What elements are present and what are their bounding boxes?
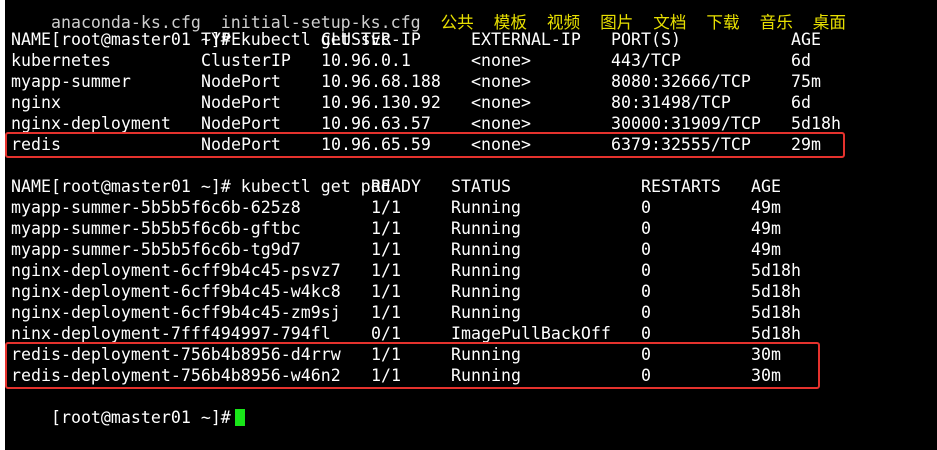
- svc-type: NodePort: [201, 114, 281, 133]
- svc-header-external-ip: EXTERNAL-IP: [471, 30, 581, 49]
- svc-external-ip: <none>: [471, 51, 531, 70]
- pod-name: myapp-summer-5b5b5f6c6b-tg9d7: [11, 240, 301, 259]
- pod-table-row: myapp-summer-5b5b5f6c6b-tg9d7 1/1 Runnin…: [11, 239, 781, 260]
- svc-header-age: AGE: [791, 30, 821, 49]
- pod-ready: 1/1: [371, 198, 401, 217]
- svc-table-row: kubernetes ClusterIP 10.96.0.1 <none> 44…: [11, 50, 811, 71]
- annotation-box-redis-svc: [5, 132, 845, 158]
- pod-restarts: 0: [641, 282, 651, 301]
- svc-age: 75m: [791, 72, 821, 91]
- pod-table-row: ninx-deployment-7fff494997-794fl 0/1 Ima…: [11, 323, 801, 344]
- svc-header-ports: PORT(S): [611, 30, 681, 49]
- pod-restarts: 0: [641, 303, 651, 322]
- pod-status: Running: [451, 282, 521, 301]
- prompt-line-svc: [root@master01 ~]# kubectl get svc: [11, 8, 391, 49]
- pod-table-row: myapp-summer-5b5b5f6c6b-625z8 1/1 Runnin…: [11, 197, 781, 218]
- svc-name: kubernetes: [11, 51, 111, 70]
- pod-ready: 1/1: [371, 261, 401, 280]
- pod-restarts: 0: [641, 219, 651, 238]
- svc-header-row: NAME TYPE CLUSTER-IP EXTERNAL-IP PORT(S)…: [11, 29, 821, 50]
- svc-name: myapp-summer: [11, 72, 131, 91]
- pod-header-age: AGE: [751, 177, 781, 196]
- pod-header-name: NAME: [11, 177, 51, 196]
- svc-table-row: nginx NodePort 10.96.130.92 <none> 80:31…: [11, 92, 811, 113]
- prompt-line-pod: [root@master01 ~]# kubectl get pod: [11, 155, 391, 196]
- pod-table-row: nginx-deployment-6cff9b4c45-zm9sj 1/1 Ru…: [11, 302, 801, 323]
- pod-age: 5d18h: [751, 303, 801, 322]
- pod-name: nginx-deployment-6cff9b4c45-psvz7: [11, 261, 341, 280]
- pod-restarts: 0: [641, 240, 651, 259]
- svc-ports: 443/TCP: [611, 51, 681, 70]
- pod-name: nginx-deployment-6cff9b4c45-zm9sj: [11, 303, 341, 322]
- svc-type: NodePort: [201, 93, 281, 112]
- pod-age: 5d18h: [751, 282, 801, 301]
- pod-age: 5d18h: [751, 324, 801, 343]
- prompt-line-final[interactable]: [root@master01 ~]#: [11, 386, 245, 427]
- pod-name: nginx-deployment-6cff9b4c45-w4kc8: [11, 282, 341, 301]
- svc-ports: 80:31498/TCP: [611, 93, 731, 112]
- pod-header-status: STATUS: [451, 177, 511, 196]
- pod-status: Running: [451, 261, 521, 280]
- pod-table-row: myapp-summer-5b5b5f6c6b-gftbc 1/1 Runnin…: [11, 218, 781, 239]
- terminal-window[interactable]: anaconda-ks.cfg initial-setup-ks.cfg 公共 …: [5, 0, 937, 450]
- svc-table-row: myapp-summer NodePort 10.96.68.188 <none…: [11, 71, 821, 92]
- pod-status: Running: [451, 303, 521, 322]
- pod-restarts: 0: [641, 261, 651, 280]
- svc-name: nginx: [11, 93, 61, 112]
- svc-ports: 8080:32666/TCP: [611, 72, 751, 91]
- svc-external-ip: <none>: [471, 93, 531, 112]
- svc-cluster-ip: 10.96.63.57: [321, 114, 431, 133]
- svc-age: 6d: [791, 51, 811, 70]
- pod-status: Running: [451, 219, 521, 238]
- svc-age: 6d: [791, 93, 811, 112]
- svc-type: NodePort: [201, 72, 281, 91]
- pod-table-row: nginx-deployment-6cff9b4c45-psvz7 1/1 Ru…: [11, 260, 801, 281]
- pod-name: ninx-deployment-7fff494997-794fl: [11, 324, 331, 343]
- pod-ready: 0/1: [371, 324, 401, 343]
- pod-age: 5d18h: [751, 261, 801, 280]
- pod-ready: 1/1: [371, 303, 401, 322]
- pod-status: ImagePullBackOff: [451, 324, 611, 343]
- pod-ready: 1/1: [371, 282, 401, 301]
- pod-header-restarts: RESTARTS: [641, 177, 721, 196]
- svc-ports: 30000:31909/TCP: [611, 114, 761, 133]
- command-pod: kubectl get pod: [240, 177, 391, 196]
- pod-ready: 1/1: [371, 240, 401, 259]
- pod-restarts: 0: [641, 324, 651, 343]
- svc-cluster-ip: 10.96.0.1: [321, 51, 411, 70]
- svc-cluster-ip: 10.96.130.92: [321, 93, 441, 112]
- pod-name: myapp-summer-5b5b5f6c6b-gftbc: [11, 219, 301, 238]
- text-cursor[interactable]: [234, 409, 245, 426]
- svc-external-ip: <none>: [471, 72, 531, 91]
- svc-header-type: TYPE: [201, 30, 241, 49]
- pod-header-ready: READY: [371, 177, 421, 196]
- pod-age: 49m: [751, 219, 781, 238]
- svc-table-row: nginx-deployment NodePort 10.96.63.57 <n…: [11, 113, 841, 134]
- svc-external-ip: <none>: [471, 114, 531, 133]
- prompt: [root@master01 ~]#: [50, 408, 231, 427]
- pod-age: 49m: [751, 240, 781, 259]
- svc-header-name: NAME: [11, 30, 51, 49]
- pod-status: Running: [451, 198, 521, 217]
- prompt: [root@master01 ~]#: [50, 177, 231, 196]
- svc-type: ClusterIP: [201, 51, 291, 70]
- pod-age: 49m: [751, 198, 781, 217]
- svc-age: 5d18h: [791, 114, 841, 133]
- svc-cluster-ip: 10.96.68.188: [321, 72, 441, 91]
- pod-header-row: NAME READY STATUS RESTARTS AGE: [11, 176, 781, 197]
- annotation-box-redis-pods: [5, 342, 820, 389]
- pod-ready: 1/1: [371, 219, 401, 238]
- svc-header-cluster-ip: CLUSTER-IP: [321, 30, 421, 49]
- pod-status: Running: [451, 240, 521, 259]
- pod-table-row: nginx-deployment-6cff9b4c45-w4kc8 1/1 Ru…: [11, 281, 801, 302]
- svc-name: nginx-deployment: [11, 114, 171, 133]
- pod-restarts: 0: [641, 198, 651, 217]
- pod-name: myapp-summer-5b5b5f6c6b-625z8: [11, 198, 301, 217]
